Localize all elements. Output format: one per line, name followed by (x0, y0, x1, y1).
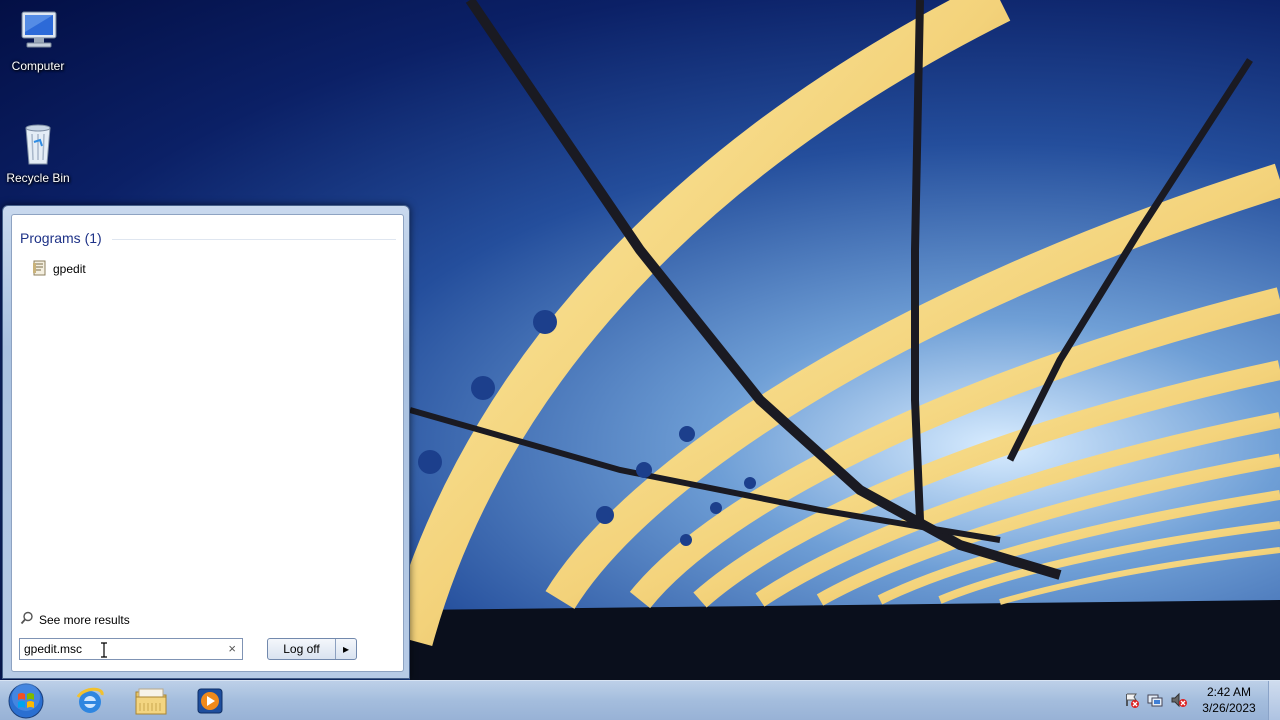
desktop-icon-label: Computer (11, 59, 65, 73)
desktop-icon-recycle-bin[interactable]: Recycle Bin (0, 120, 76, 185)
system-clock[interactable]: 2:42 AM 3/26/2023 (1196, 684, 1262, 716)
log-off-button[interactable]: Log off ▸ (267, 638, 357, 660)
start-search-box[interactable]: × (19, 638, 243, 660)
taskbar-app-media-player[interactable] (184, 682, 236, 720)
clear-search-icon[interactable]: × (228, 642, 236, 656)
start-menu-results-pane: Programs (1) gpedit See more results (11, 214, 404, 672)
shutdown-options-arrow-icon[interactable]: ▸ (336, 639, 356, 659)
start-button[interactable] (6, 682, 46, 720)
taskbar-app-internet-explorer[interactable] (64, 682, 116, 720)
log-off-label[interactable]: Log off (268, 639, 336, 659)
msc-file-icon (32, 260, 48, 279)
result-item-gpedit[interactable]: gpedit (28, 259, 92, 279)
result-item-label: gpedit (53, 262, 86, 276)
desktop-icon-computer[interactable]: Computer (0, 8, 76, 73)
header-divider (112, 239, 396, 240)
media-player-icon (197, 688, 223, 714)
clock-date: 3/26/2023 (1202, 701, 1256, 715)
computer-icon (14, 8, 62, 56)
see-more-results-label: See more results (39, 612, 130, 627)
desktop-icon-label: Recycle Bin (6, 171, 70, 185)
start-menu: Programs (1) gpedit See more results (2, 205, 410, 679)
volume-muted-icon[interactable] (1171, 692, 1187, 708)
clock-time: 2:42 AM (1206, 685, 1252, 699)
see-more-results-link[interactable]: See more results (20, 611, 130, 628)
start-search-input[interactable] (24, 641, 214, 657)
show-desktop-button[interactable] (1268, 681, 1280, 720)
network-icon[interactable] (1147, 692, 1163, 708)
results-group-header: Programs (1) (20, 230, 396, 246)
results-group-title: Programs (1) (20, 230, 102, 246)
internet-explorer-icon (76, 687, 104, 713)
text-cursor-icon (100, 642, 108, 661)
recycle-bin-icon (14, 120, 62, 168)
search-icon (20, 611, 34, 628)
windows-logo-icon (8, 683, 44, 719)
action-center-icon[interactable] (1124, 692, 1140, 708)
taskbar-app-file-explorer[interactable] (125, 682, 177, 720)
file-explorer-icon (135, 688, 167, 715)
